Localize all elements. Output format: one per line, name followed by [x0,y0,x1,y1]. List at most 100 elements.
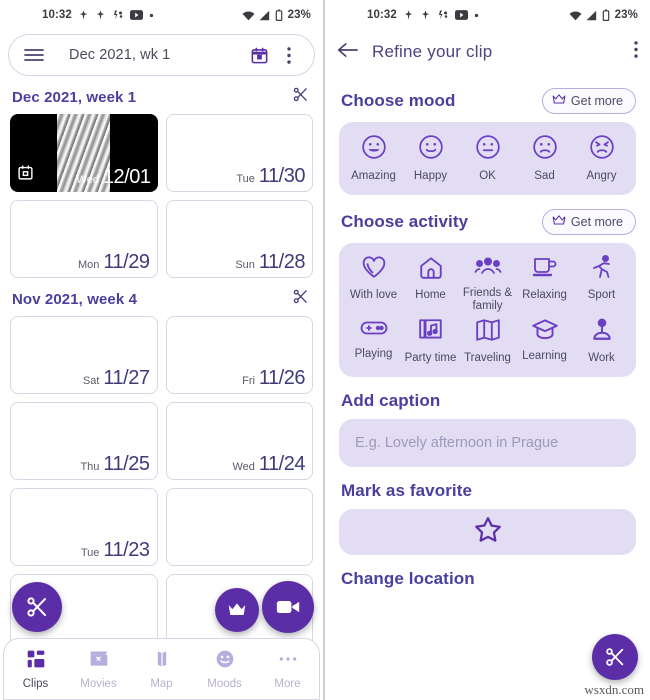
nav-label: Clips [22,677,49,690]
caption-input[interactable]: E.g. Lovely afternoon in Prague [339,418,636,467]
status-bar-left: 10:32 23% [0,0,323,30]
nav-item-more[interactable]: More [257,649,319,690]
activity-option-relaxing[interactable]: Relaxing [516,253,573,315]
crown-fab[interactable] [215,588,259,632]
get-more-mood-chip[interactable]: Get more [541,88,636,114]
scissors-icon[interactable] [292,288,309,310]
clip-cell[interactable]: Tue 11/30 [165,114,313,192]
calendar-clip-icon [17,164,34,186]
battery-icon [275,9,283,21]
nav-item-map[interactable]: Map [131,649,193,690]
nav-item-movies[interactable]: Movies [68,649,130,690]
signal-icon [259,10,271,21]
caption-section-header: Add caption [325,377,650,419]
activity-option-home[interactable]: Home [402,253,459,315]
section-header-week1: Dec 2021, week 1 [0,76,323,114]
scissors-icon[interactable] [292,86,309,108]
graduation-cap-icon [531,318,559,345]
activity-option-traveling[interactable]: Traveling [459,316,516,367]
mood-option-ok[interactable]: OK [459,132,516,185]
clip-cell[interactable]: Sat 11/27 [10,316,158,394]
arrow-left-icon[interactable] [337,41,358,64]
music-album-icon [418,318,444,347]
mood-option-sad[interactable]: Sad [516,132,573,185]
mood-option-happy[interactable]: Happy [402,132,459,185]
clip-grid-week1: Wed 12/01 Tue 11/30 Mon 11/29 Sun 11/28 [0,114,323,278]
clip-cell[interactable]: Mon 11/29 [10,200,158,278]
calendar-icon[interactable] [244,40,274,70]
clip-datenum: 11/25 [103,453,150,475]
option-label: Traveling [464,351,511,364]
clip-weekday: Thu [80,461,100,473]
watermark: wsxdn.com [584,682,644,697]
crown-icon [552,213,566,231]
option-label: Work [588,351,615,364]
activity-option-work[interactable]: Work [573,316,630,367]
clip-datenum: 12/01 [102,166,151,188]
nav-item-moods[interactable]: Moods [194,649,256,690]
clip-datenum: 11/26 [258,367,306,389]
activity-options-row2: Playing Party time Traveling Learning Wo… [345,316,630,367]
status-bar-right: 10:32 23% [325,0,650,30]
activity-option-with-love[interactable]: With love [345,253,402,315]
section-title: Nov 2021, week 4 [12,290,138,308]
activity-option-learning[interactable]: Learning [516,316,573,367]
heart-icon [361,255,387,284]
mood-option-amazing[interactable]: Amazing [345,132,402,185]
smiley-icon [215,649,235,674]
favorite-toggle[interactable] [339,508,636,555]
face-sad-icon [532,134,558,165]
chip-label: Get more [570,94,623,108]
activity-icon [112,9,124,21]
clip-weekday: Tue [80,547,100,559]
clip-cell[interactable]: Wed 11/24 [165,402,313,480]
get-more-activity-chip[interactable]: Get more [541,209,636,236]
option-label: Playing [354,347,393,360]
face-amazing-icon [361,134,387,165]
clip-weekday: Mon [78,259,100,271]
nav-label: Movies [80,677,117,690]
video-fab[interactable] [262,581,314,633]
dot-icon [474,13,479,18]
hamburger-menu-icon[interactable] [19,40,49,70]
section-title: Dec 2021, week 1 [12,88,137,106]
scissors-fab[interactable] [592,634,638,680]
more-vertical-icon[interactable] [634,41,638,63]
activity-icon [437,9,449,21]
activity-option-friends-family[interactable]: Friends & family [459,253,516,315]
worker-icon [590,318,614,347]
option-label: Sport [587,289,616,302]
status-bar-right-group: 23% [242,9,311,21]
clip-cell[interactable]: Tue 11/23 [10,488,158,566]
nav-label: More [274,677,301,690]
battery-percent: 23% [287,9,311,21]
favorite-section-header: Mark as favorite [325,467,650,509]
caption-placeholder: E.g. Lovely afternoon in Prague [355,434,559,451]
mood-section-header: Choose mood Get more [325,74,650,122]
section-title: Choose mood [341,91,456,110]
nav-item-clips[interactable]: Clips [5,649,67,690]
section-header-week4: Nov 2021, week 4 [0,278,323,316]
clip-cell[interactable]: Thu 11/25 [10,402,158,480]
person-icon [95,9,106,21]
page-title: Refine your clip [372,42,493,61]
option-label: Sad [534,170,555,182]
clip-cell[interactable] [165,488,313,566]
activity-option-sport[interactable]: Sport [573,253,630,315]
app-bar: Refine your clip [325,30,650,74]
bottom-navigation: Clips Movies Map Moods More [3,638,320,700]
running-icon [590,255,614,284]
gamepad-icon [360,318,388,343]
clip-cell[interactable]: Wed 12/01 [10,114,158,192]
clip-cell[interactable]: Sun 11/28 [165,200,313,278]
activity-option-party-time[interactable]: Party time [402,316,459,367]
status-bar-right-group: 23% [569,9,638,21]
home-icon [418,255,444,284]
clip-datenum: 11/27 [103,367,150,389]
nav-label: Map [150,677,173,690]
more-vertical-icon[interactable] [274,40,304,70]
scissors-fab[interactable] [12,582,62,632]
clip-cell[interactable]: Fri 11/26 [165,316,313,394]
mood-option-angry[interactable]: Angry [573,132,630,185]
activity-option-playing[interactable]: Playing [345,316,402,367]
